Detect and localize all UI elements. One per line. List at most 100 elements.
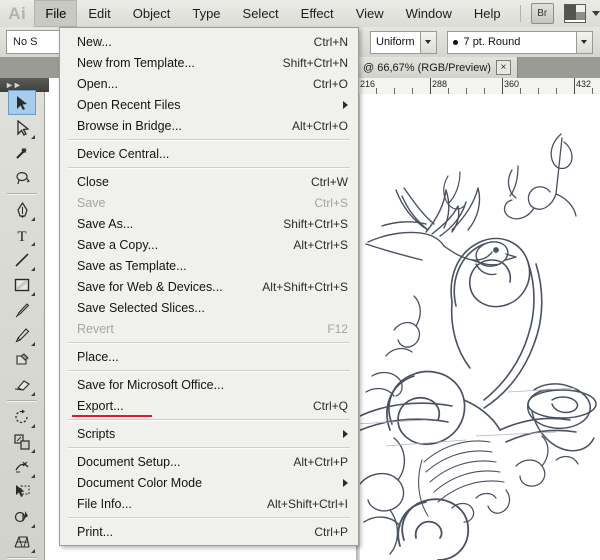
selection-tool[interactable] xyxy=(8,90,36,115)
document-tab[interactable]: @ 66,67% (RGB/Preview) × xyxy=(355,57,518,78)
scale-tool[interactable] xyxy=(8,429,36,454)
menu-item-label: Save for Microsoft Office... xyxy=(77,378,224,392)
submenu-arrow-icon xyxy=(343,479,348,487)
menu-item-scripts[interactable]: Scripts xyxy=(60,423,358,444)
tool-flyout-indicator-icon[interactable] xyxy=(27,217,35,221)
menu-item-save-as-template[interactable]: Save as Template... xyxy=(60,255,358,276)
menu-item-label: Save a Copy... xyxy=(77,238,158,252)
menu-item-shortcut: Shift+Ctrl+N xyxy=(265,56,348,70)
menu-item-label: Save As... xyxy=(77,217,133,231)
menu-item-label: Save Selected Slices... xyxy=(77,301,205,315)
menu-item-label: Save for Web & Devices... xyxy=(77,280,223,294)
menu-item-label: Document Setup... xyxy=(77,455,181,469)
menu-item-open[interactable]: Open...Ctrl+O xyxy=(60,73,358,94)
menu-separator xyxy=(68,139,350,140)
artboard-canvas[interactable] xyxy=(356,94,600,560)
tool-flyout-indicator-icon[interactable] xyxy=(27,342,35,346)
menu-bar: Ai FileEditObjectTypeSelectEffectViewWin… xyxy=(0,0,600,28)
direct-selection-tool[interactable] xyxy=(8,115,36,140)
horizontal-ruler[interactable]: 216288360432504 xyxy=(356,78,600,95)
menu-item-shortcut: Alt+Shift+Ctrl+I xyxy=(249,497,348,511)
tools-group-divider xyxy=(7,400,37,401)
menu-item-browse-in-bridge[interactable]: Browse in Bridge...Alt+Ctrl+O xyxy=(60,115,358,136)
menu-item-place[interactable]: Place... xyxy=(60,346,358,367)
menu-item-revert: RevertF12 xyxy=(60,318,358,339)
tool-flyout-indicator-icon[interactable] xyxy=(27,474,35,478)
menubar-divider xyxy=(520,5,521,22)
tool-flyout-indicator-icon[interactable] xyxy=(27,267,35,271)
close-icon[interactable]: × xyxy=(496,60,511,75)
menubar-item-edit[interactable]: Edit xyxy=(77,0,121,27)
tool-flyout-indicator-icon[interactable] xyxy=(27,549,35,553)
menu-item-label: Place... xyxy=(77,350,119,364)
menubar-item-view[interactable]: View xyxy=(345,0,395,27)
menubar-item-effect[interactable]: Effect xyxy=(290,0,345,27)
tool-flyout-indicator-icon[interactable] xyxy=(27,242,35,246)
rotate-tool[interactable] xyxy=(8,404,36,429)
menu-item-document-setup[interactable]: Document Setup...Alt+Ctrl+P xyxy=(60,451,358,472)
menubar-item-type[interactable]: Type xyxy=(181,0,231,27)
menubar-item-file[interactable]: File xyxy=(34,0,77,27)
stroke-profile-field[interactable]: Uniform xyxy=(370,31,421,54)
blob-brush-tool[interactable] xyxy=(8,347,36,372)
width-tool[interactable] xyxy=(8,454,36,479)
file-menu-dropdown[interactable]: New...Ctrl+N New from Template... Shift+Ct… xyxy=(59,27,359,546)
menubar-item-window[interactable]: Window xyxy=(395,0,463,27)
magic-wand-tool[interactable] xyxy=(8,140,36,165)
tools-panel: ►► T xyxy=(0,78,45,560)
sketch-artwork xyxy=(356,94,600,560)
menu-item-print[interactable]: Print...Ctrl+P xyxy=(60,521,358,542)
workspace-switcher-icon[interactable] xyxy=(564,4,586,23)
eraser-tool[interactable] xyxy=(8,372,36,397)
menu-item-label: Scripts xyxy=(77,427,115,441)
line-segment-tool[interactable] xyxy=(8,247,36,272)
tool-flyout-indicator-icon[interactable] xyxy=(27,392,35,396)
ruler-major-tick xyxy=(502,78,503,94)
menu-separator xyxy=(68,370,350,371)
brush-definition-dropdown[interactable] xyxy=(577,31,593,54)
menu-item-close[interactable]: CloseCtrl+W xyxy=(60,171,358,192)
stroke-profile-dropdown[interactable] xyxy=(421,31,437,54)
pencil-tool[interactable] xyxy=(8,322,36,347)
bridge-button[interactable]: Br xyxy=(531,3,555,24)
perspective-grid-tool[interactable] xyxy=(8,529,36,554)
shape-builder-tool[interactable] xyxy=(8,504,36,529)
menu-item-document-color-mode[interactable]: Document Color Mode xyxy=(60,472,358,493)
menu-item-shortcut: Alt+Ctrl+S xyxy=(275,238,348,252)
menu-item-export[interactable]: Export...Ctrl+Q xyxy=(60,395,358,416)
tool-flyout-indicator-icon[interactable] xyxy=(27,292,35,296)
menu-item-save-for-web-devices[interactable]: Save for Web & Devices...Alt+Shift+Ctrl+… xyxy=(60,276,358,297)
menu-item-open-recent-files[interactable]: Open Recent Files xyxy=(60,94,358,115)
menu-item-new-from-template[interactable]: New from Template... Shift+Ctrl+N xyxy=(60,52,358,73)
menu-item-save-for-microsoft-office[interactable]: Save for Microsoft Office... xyxy=(60,374,358,395)
tool-flyout-indicator-icon[interactable] xyxy=(27,135,35,139)
tool-flyout-indicator-icon[interactable] xyxy=(27,424,35,428)
menu-item-shortcut: F12 xyxy=(309,322,348,336)
menu-item-save-selected-slices[interactable]: Save Selected Slices... xyxy=(60,297,358,318)
menubar-item-select[interactable]: Select xyxy=(232,0,290,27)
menu-item-label: Close xyxy=(77,175,109,189)
tool-flyout-indicator-icon[interactable] xyxy=(27,449,35,453)
lasso-tool[interactable] xyxy=(8,165,36,190)
tool-flyout-indicator-icon[interactable] xyxy=(27,524,35,528)
type-tool[interactable]: T xyxy=(8,222,36,247)
free-transform-tool[interactable] xyxy=(8,479,36,504)
rectangle-tool[interactable] xyxy=(8,272,36,297)
pen-tool[interactable] xyxy=(8,197,36,222)
menu-separator xyxy=(68,167,350,168)
chevron-down-icon[interactable] xyxy=(592,11,600,16)
menubar-item-object[interactable]: Object xyxy=(122,0,182,27)
paintbrush-tool[interactable] xyxy=(8,297,36,322)
menu-item-new[interactable]: New...Ctrl+N xyxy=(60,31,358,52)
menu-separator xyxy=(68,517,350,518)
illustrator-window: Ai FileEditObjectTypeSelectEffectViewWin… xyxy=(0,0,600,560)
menu-item-label: Device Central... xyxy=(77,147,169,161)
menu-item-save-as[interactable]: Save As...Shift+Ctrl+S xyxy=(60,213,358,234)
menu-item-device-central[interactable]: Device Central... xyxy=(60,143,358,164)
double-chevron-right-icon: ►► xyxy=(5,80,21,90)
brush-definition-field[interactable]: 7 pt. Round xyxy=(447,31,577,54)
menu-item-file-info[interactable]: File Info...Alt+Shift+Ctrl+I xyxy=(60,493,358,514)
menubar-item-help[interactable]: Help xyxy=(463,0,512,27)
menu-item-label: New from Template... xyxy=(77,56,195,70)
menu-item-save-a-copy[interactable]: Save a Copy... Alt+Ctrl+S xyxy=(60,234,358,255)
